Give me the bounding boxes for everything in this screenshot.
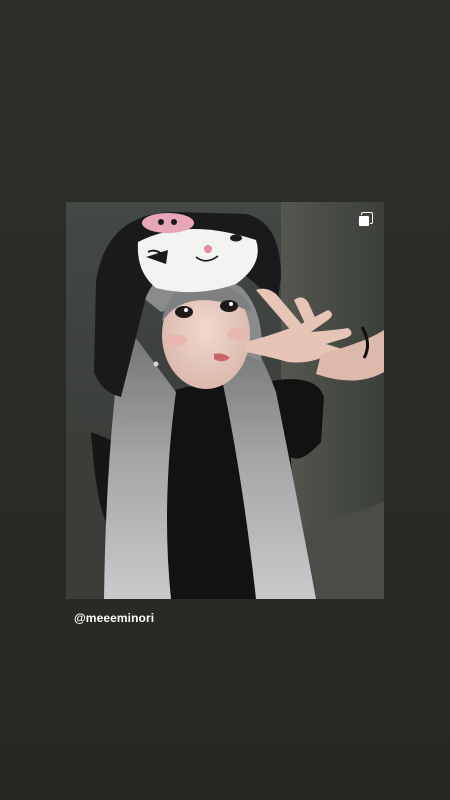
multiple-photos-icon-front bbox=[358, 215, 370, 227]
shared-post-card[interactable] bbox=[66, 202, 384, 599]
post-photo bbox=[66, 202, 384, 599]
multiple-photos-icon bbox=[358, 212, 374, 228]
mention-username[interactable]: @meeeminori bbox=[74, 611, 154, 625]
story-canvas: @meeeminori bbox=[0, 0, 450, 800]
